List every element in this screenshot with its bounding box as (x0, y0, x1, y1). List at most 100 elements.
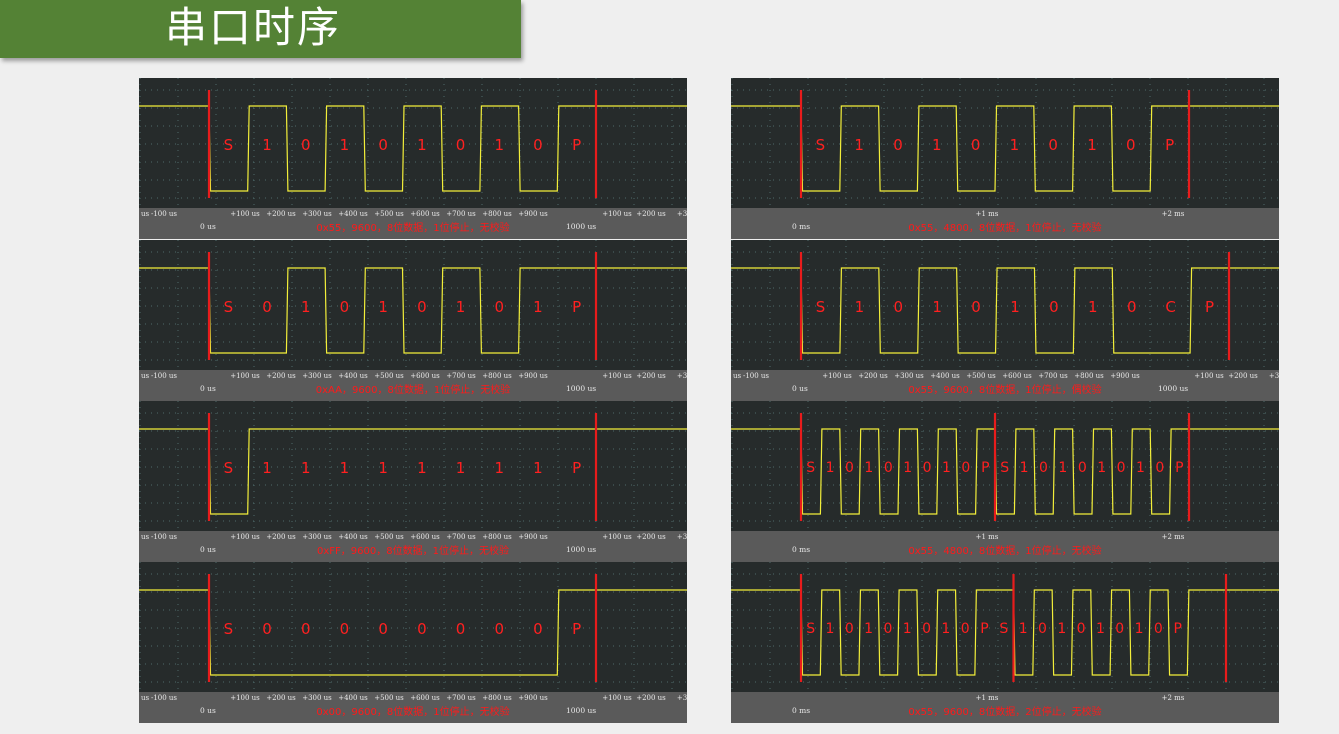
graticule (139, 78, 687, 208)
axis-tick-label: -100 us (150, 694, 178, 702)
bit-label: S (806, 621, 816, 637)
bit-label: 1 (854, 136, 864, 154)
graticule (139, 240, 687, 370)
bit-label: 1 (1019, 460, 1029, 476)
bit-label: 0 (455, 136, 466, 154)
bit-label: 0 (1115, 621, 1125, 637)
waveform-plot (731, 240, 1279, 370)
axis-tick-label: -100 us (150, 533, 178, 541)
axis-tick-label: +900 us (518, 372, 548, 380)
axis-tick-label: +300 us (894, 372, 924, 380)
axis-tick-label: +100 us (230, 533, 260, 541)
axis-tick-label: +600 us (410, 694, 440, 702)
axis-tick-label: +700 us (446, 694, 476, 702)
signal-trace (139, 105, 687, 192)
axis-tick-label: +600 us (410, 372, 440, 380)
bit-label: 0 (883, 460, 893, 476)
bit-label: 0 (961, 460, 971, 476)
waveform-plot (139, 562, 687, 692)
bit-label: S (999, 621, 1009, 637)
axis-tick-label: +200 us (266, 210, 296, 218)
bit-label: 0 (1038, 621, 1047, 637)
bit-label: 1 (417, 459, 427, 477)
bit-label: 0 (378, 620, 388, 638)
axis-tick-label: +800 us (482, 533, 512, 541)
bit-label: P (572, 459, 582, 477)
axis-tick-label: +3 (676, 533, 687, 541)
signal-trace (139, 589, 687, 676)
axis-tick-label: +1 ms (975, 210, 999, 218)
scope-panel-0x55-even-parity: S 1 0 1 0 1 0 1 0 C Pus -100 us +100 us +200 us +300 u… (731, 240, 1279, 401)
panel-caption: 0xFF，9600，8位数据，1位停止，无校验 (317, 546, 509, 557)
title-bar: 串口时序 (0, 0, 521, 58)
axis-tick-label: +3 (676, 210, 687, 218)
bit-label: 0 (378, 136, 388, 154)
bit-label: 1 (854, 298, 865, 316)
bit-label: 0 (922, 460, 932, 476)
bit-label: 0 (494, 298, 505, 316)
scope-panel-0x55-9600: S 1 0 1 0 1 0 1 0 Pus -100 us +100 us +200 us +300 us… (139, 78, 687, 239)
axis-tick-label: +200 us (636, 372, 666, 380)
bit-label: 0 (845, 460, 854, 476)
axis-tick-label: us (141, 694, 150, 702)
bit-label: 0 (1126, 136, 1136, 154)
axis-tick-label: +200 us (636, 533, 666, 541)
axis-tick-label: +200 us (266, 533, 296, 541)
bit-label: 1 (864, 460, 874, 476)
axis-tick-label: +700 us (1038, 372, 1068, 380)
bit-label: 0 (971, 298, 981, 316)
axis-tick-label: -100 us (742, 372, 770, 380)
axis-tick-label: +200 us (1228, 372, 1258, 380)
axis-tick-label: +500 us (374, 533, 404, 541)
axis-tick-label: +200 us (858, 372, 888, 380)
axis-tick-label: +800 us (482, 694, 512, 702)
bit-label: 1 (1134, 621, 1144, 637)
bit-label: C (1165, 298, 1176, 316)
bit-label: P (980, 621, 989, 637)
bit-label: 0 (339, 298, 350, 316)
axis-tick-label: +3 (676, 372, 687, 380)
bit-label: 0 (893, 136, 903, 154)
bit-label: 0 (970, 136, 981, 154)
time-axis: +1 ms +2 ms 0 ms 0x55，9600，8位数据，2位停止，无校验 (731, 692, 1279, 723)
axis-tick-label: +700 us (446, 372, 476, 380)
bit-label: 1 (932, 136, 942, 154)
axis-tick-label: +700 us (446, 210, 476, 218)
panel-caption: 0x55，9600，8位数据，1位停止，无校验 (316, 223, 510, 234)
bit-label: 1 (455, 459, 466, 477)
axis-tick-label: +2 ms (1161, 533, 1185, 541)
axis-tick-label: +100 us (602, 533, 632, 541)
graticule (139, 401, 687, 531)
axis-tick-label: +300 us (302, 210, 332, 218)
axis-tick-label: +500 us (966, 372, 996, 380)
bit-label: P (572, 620, 582, 638)
scope-panel-0xff-9600: S 1 1 1 1 1 1 1 1 Pus -100 us +100 us +200 us +300 us… (139, 401, 687, 562)
axis-tick-label: +200 us (266, 372, 296, 380)
panel-caption: 0x55，9600，8位数据，1位停止，偶校验 (908, 385, 1102, 396)
bit-label: 0 (417, 620, 427, 638)
axis-tick-label: +3 (1268, 372, 1279, 380)
panel-caption: 0x55，4800，8位数据，1位停止，无校验 (908, 546, 1102, 557)
bit-label: 0 (1049, 298, 1059, 316)
bit-label: 0 (893, 298, 904, 316)
bit-label: 0 (1153, 621, 1163, 637)
axis-tick-label: us (733, 372, 742, 380)
waveform-plot (139, 401, 687, 531)
bit-label: P (1175, 460, 1184, 476)
bit-label: 0 (883, 621, 893, 637)
bit-label: 0 (339, 620, 350, 638)
axis-tick-label: us (141, 210, 150, 218)
waveform-plot (139, 78, 687, 208)
axis-tick-label: +100 us (230, 694, 260, 702)
axis-tick-label: +900 us (518, 694, 548, 702)
bit-label: 1 (1097, 460, 1107, 476)
scope-panel-0xaa-9600: S 0 1 0 1 0 1 0 1 Pus -100 us +100 us +200 us +300 us… (139, 240, 687, 401)
bit-label: 1 (533, 459, 543, 477)
bit-label: 0 (262, 298, 272, 316)
bit-label: 0 (455, 620, 466, 638)
bit-label: 0 (1155, 460, 1165, 476)
waveform-plot (139, 240, 687, 370)
axis-tick-label: +300 us (302, 533, 332, 541)
signal-trace (731, 105, 1279, 192)
bit-label: S (223, 298, 234, 316)
